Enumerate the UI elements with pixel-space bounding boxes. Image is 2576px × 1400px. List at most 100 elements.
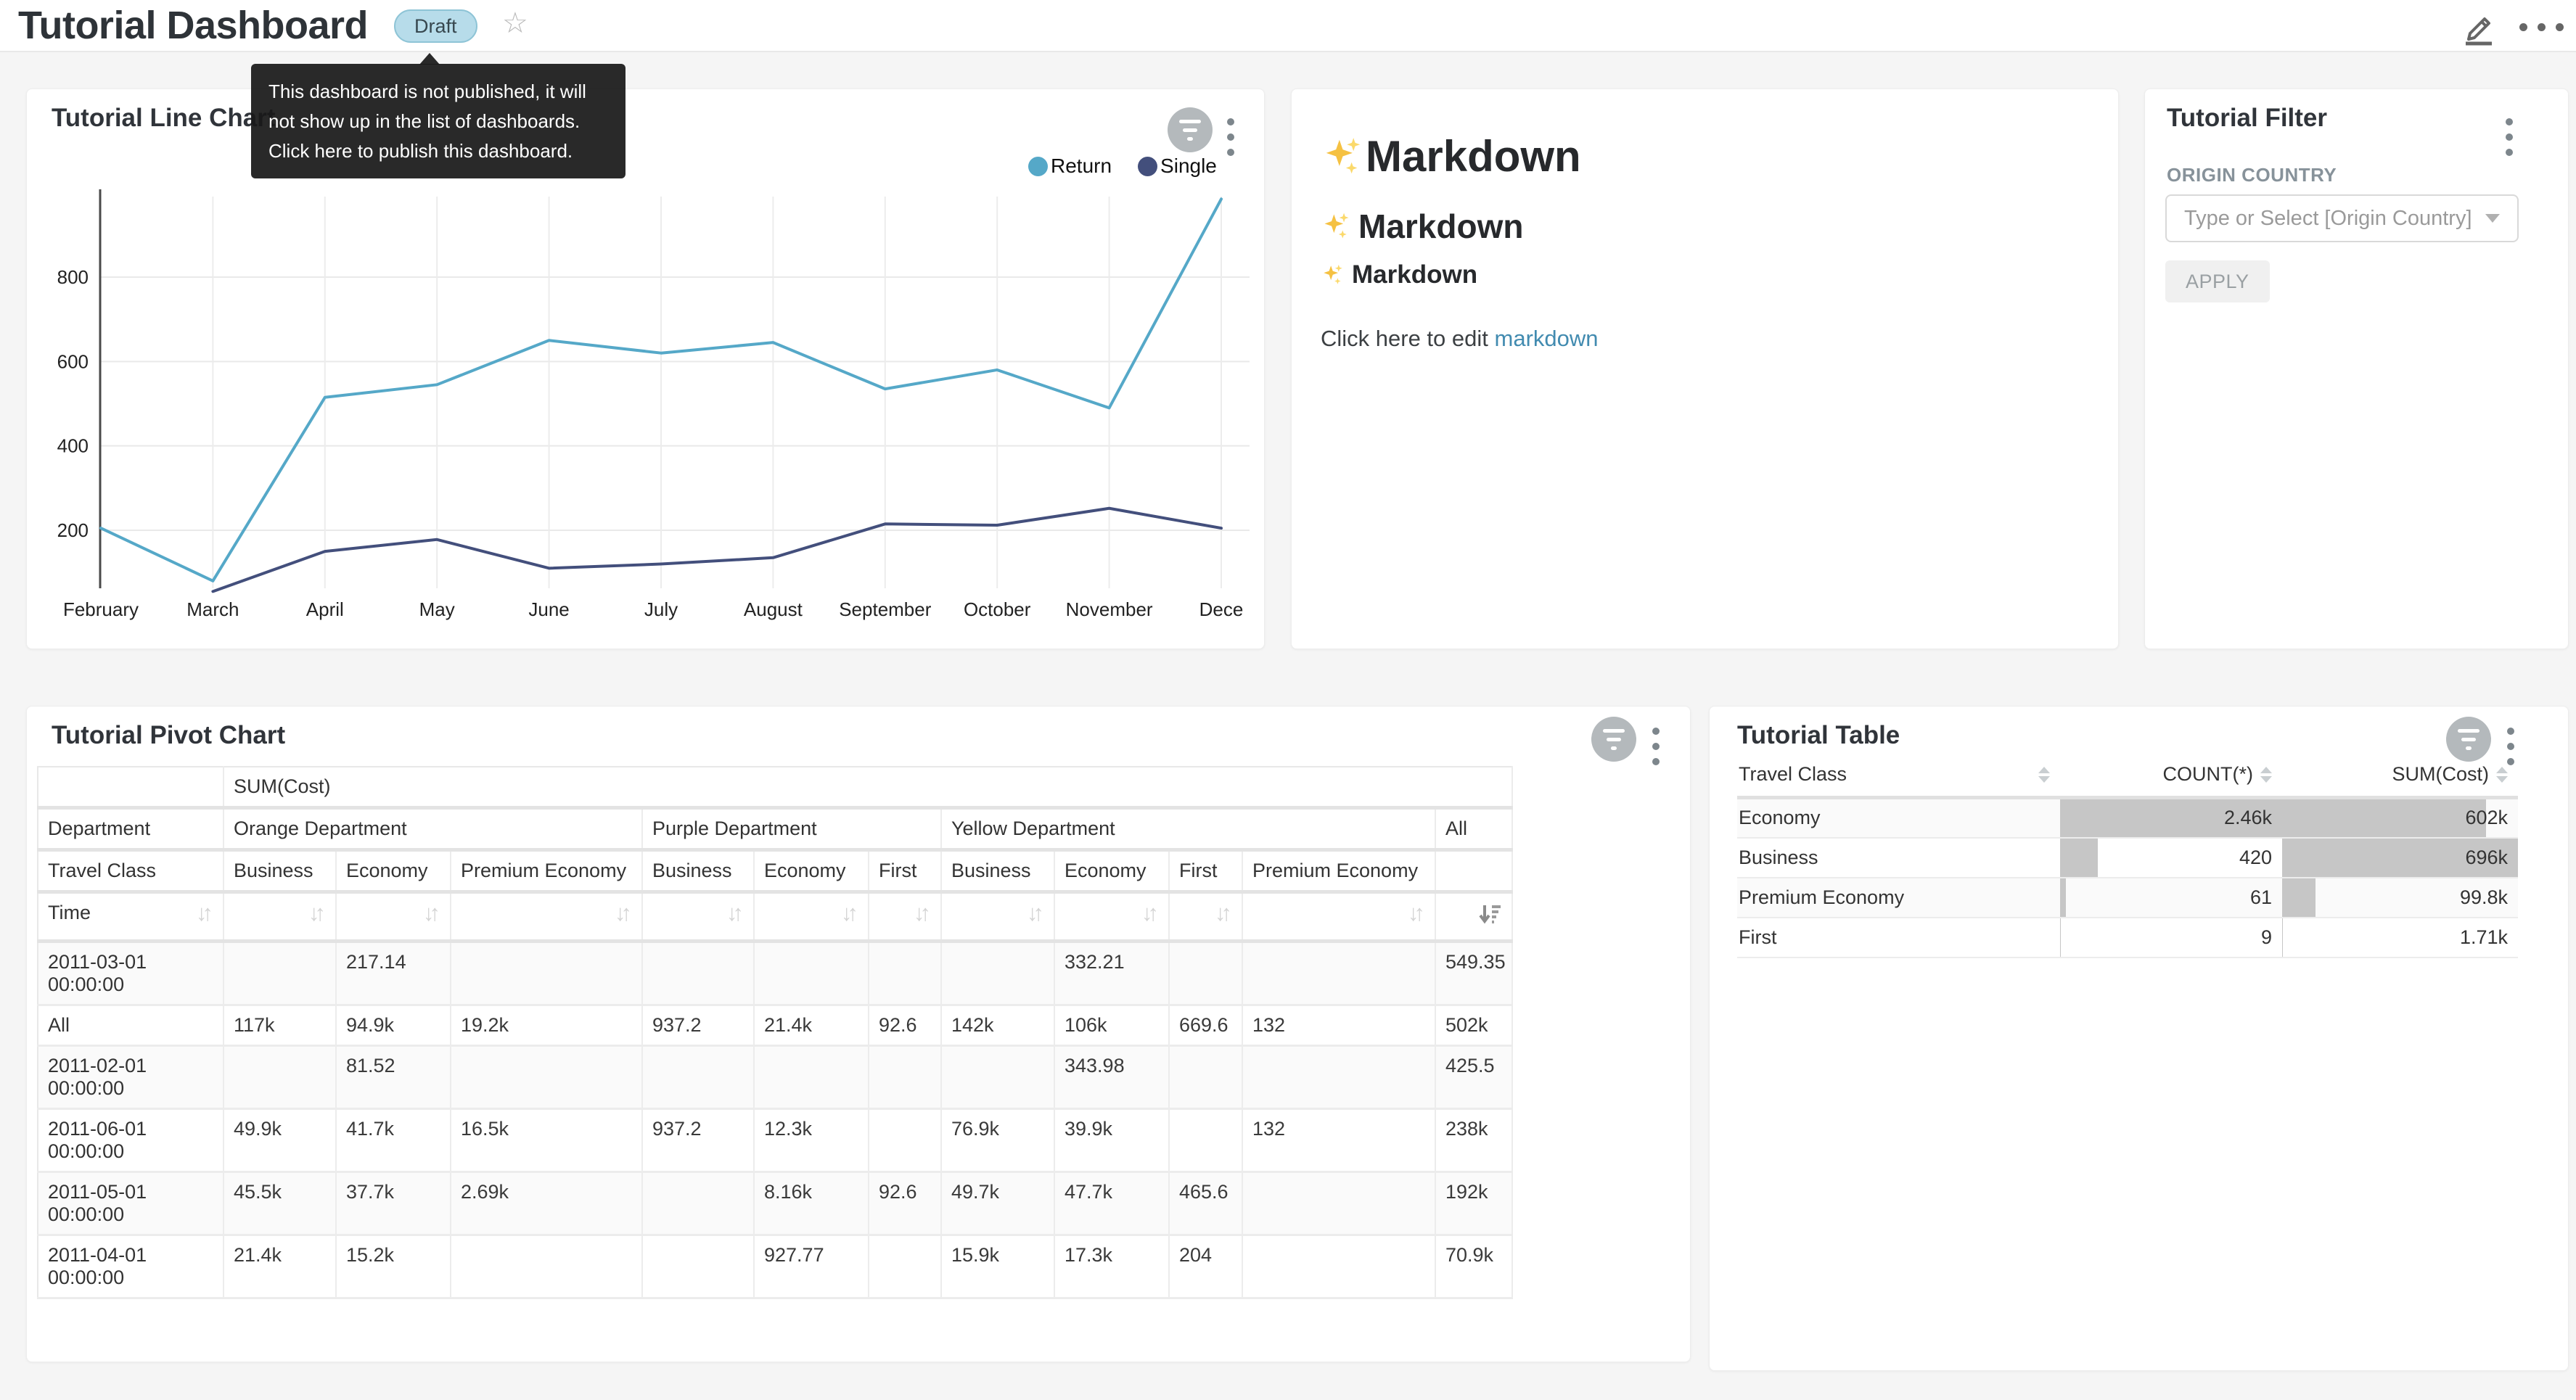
sort-icon[interactable]: ↓↑ — [1141, 900, 1159, 926]
pivot-cell — [223, 1046, 336, 1109]
count-cell: 420 — [2060, 838, 2282, 878]
sort-icon[interactable] — [2260, 767, 2272, 783]
pivot-cell — [1169, 942, 1242, 1005]
pivot-cell — [869, 1235, 941, 1298]
svg-text:October: October — [964, 598, 1031, 620]
markdown-h2: Markdown — [1321, 207, 1523, 246]
pivot-cell: 41.7k — [336, 1109, 451, 1172]
pivot-class-header: Premium Economy — [1242, 850, 1435, 892]
pivot-cell: 16.5k — [451, 1109, 642, 1172]
pivot-cell: 39.9k — [1054, 1109, 1169, 1172]
kebab-menu-icon[interactable] — [1649, 725, 1662, 768]
pivot-sort-cell: ↓↑ — [1169, 892, 1242, 942]
pivot-cell: 2.69k — [451, 1172, 642, 1235]
pivot-metric-header: SUM(Cost) — [223, 767, 1512, 808]
pivot-cell — [642, 942, 754, 1005]
pivot-row-label: 2011-05-01 00:00:00 — [38, 1172, 223, 1235]
pivot-cell: 142k — [941, 1005, 1054, 1046]
pivot-sort-cell: ↓↑ — [1242, 892, 1435, 942]
pivot-cell: 12.3k — [754, 1109, 869, 1172]
table-card-title: Tutorial Table — [1737, 721, 1900, 750]
more-menu-icon[interactable] — [2519, 23, 2564, 31]
edit-pencil-icon[interactable] — [2460, 9, 2498, 46]
travel-class-cell: Premium Economy — [1737, 878, 2060, 918]
origin-country-label: ORIGIN COUNTRY — [2167, 164, 2337, 186]
sort-icon[interactable]: ↓↑ — [1027, 900, 1044, 926]
sort-descending-icon[interactable] — [1477, 902, 1502, 931]
pivot-class-header: Premium Economy — [451, 850, 642, 892]
pivot-cell: 192k — [1435, 1172, 1512, 1235]
pivot-department-header: Purple Department — [642, 808, 941, 850]
pivot-cell — [1169, 1046, 1242, 1109]
pivot-cell: 49.9k — [223, 1109, 336, 1172]
sort-icon[interactable] — [2496, 767, 2508, 783]
kebab-menu-icon[interactable] — [2503, 115, 2516, 159]
count-cell: 61 — [2060, 878, 2282, 918]
pivot-cell: 21.4k — [754, 1005, 869, 1046]
sort-icon[interactable]: ↓↑ — [914, 900, 931, 926]
pivot-col-dim-label: Travel Class — [38, 850, 223, 892]
sort-icon[interactable]: ↓↑ — [1408, 900, 1425, 926]
sort-icon[interactable]: ↓↑ — [423, 900, 440, 926]
column-header-count[interactable]: COUNT(*) — [2060, 756, 2282, 798]
star-icon[interactable]: ☆ — [502, 6, 528, 41]
pivot-class-header — [1435, 850, 1512, 892]
sort-icon[interactable]: ↓↑ — [726, 900, 744, 926]
pivot-chart-card: Tutorial Pivot Chart SUM(Cost)Department… — [26, 706, 1691, 1362]
pivot-department-header: Yellow Department — [941, 808, 1435, 850]
sort-icon[interactable] — [2038, 767, 2050, 783]
markdown-h1-text: Markdown — [1366, 131, 1581, 181]
pivot-cell: 117k — [223, 1005, 336, 1046]
sort-icon[interactable]: ↓↑ — [196, 902, 213, 924]
dashboard-page: Tutorial Dashboard Draft ☆ This dashboar… — [0, 0, 2576, 1400]
data-bar — [2060, 839, 2098, 877]
markdown-h3: Markdown — [1321, 260, 1477, 289]
data-bar — [2282, 878, 2315, 917]
pivot-cell: 502k — [1435, 1005, 1512, 1046]
data-bar — [2060, 878, 2066, 917]
pivot-cell: 15.2k — [336, 1235, 451, 1298]
pivot-sort-cell: ↓↑ — [451, 892, 642, 942]
pivot-cell: 238k — [1435, 1109, 1512, 1172]
column-header-sum-cost[interactable]: SUM(Cost) — [2282, 756, 2518, 798]
pivot-class-header: Business — [642, 850, 754, 892]
markdown-paragraph-text: Click here to edit — [1321, 326, 1495, 351]
pivot-class-header: Economy — [754, 850, 869, 892]
count-cell: 2.46k — [2060, 798, 2282, 838]
pivot-class-header: Business — [941, 850, 1054, 892]
svg-text:Dece: Dece — [1199, 598, 1244, 620]
svg-text:August: August — [744, 598, 803, 620]
sort-icon[interactable]: ↓↑ — [1215, 900, 1232, 926]
markdown-link[interactable]: markdown — [1495, 326, 1599, 351]
pivot-class-header: First — [869, 850, 941, 892]
page-title: Tutorial Dashboard — [18, 3, 368, 48]
filter-indicator-icon[interactable] — [2446, 717, 2491, 762]
sort-icon[interactable]: ↓↑ — [615, 900, 632, 926]
svg-text:February: February — [63, 598, 139, 620]
draft-badge[interactable]: Draft — [394, 9, 477, 43]
svg-text:600: 600 — [57, 350, 89, 372]
column-header-travel-class[interactable]: Travel Class — [1737, 756, 2060, 798]
pivot-department-header: All — [1435, 808, 1512, 850]
svg-text:November: November — [1066, 598, 1153, 620]
pivot-sort-cell: ↓↑ — [869, 892, 941, 942]
sort-icon[interactable]: ↓↑ — [841, 900, 858, 926]
pivot-time-header: Time↓↑ — [38, 892, 223, 942]
table-card: Tutorial Table Travel Class COUNT(*) SUM… — [1709, 706, 2569, 1371]
pivot-sort-cell: ↓↑ — [336, 892, 451, 942]
table-row: Premium Economy6199.8k — [1737, 878, 2518, 918]
sum-cost-cell: 1.71k — [2282, 918, 2518, 958]
pivot-row: 2011-03-01 00:00:00217.14332.21549.35 — [38, 942, 1512, 1005]
sum-cost-cell: 602k — [2282, 798, 2518, 838]
pivot-cell: 465.6 — [1169, 1172, 1242, 1235]
pivot-cell: 17.3k — [1054, 1235, 1169, 1298]
origin-country-select[interactable]: Type or Select [Origin Country] — [2165, 194, 2519, 242]
apply-button[interactable]: APPLY — [2165, 260, 2270, 302]
sort-icon[interactable]: ↓↑ — [308, 900, 326, 926]
pivot-row-label: 2011-04-01 00:00:00 — [38, 1235, 223, 1298]
filter-indicator-icon[interactable] — [1591, 717, 1636, 762]
pivot-cell: 47.7k — [1054, 1172, 1169, 1235]
pivot-cell: 70.9k — [1435, 1235, 1512, 1298]
filter-card: Tutorial Filter ORIGIN COUNTRY Type or S… — [2144, 88, 2569, 649]
pivot-cell — [1242, 1172, 1435, 1235]
